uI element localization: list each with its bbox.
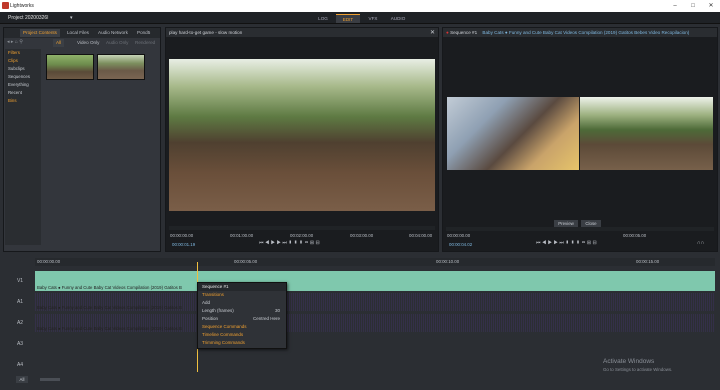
tc-label: 00:00:05.00 xyxy=(623,233,647,238)
record-transport-controls[interactable]: ⏮ ◀ ▶ ▶ ⏭ ▮ ▮ ▮ ▭ ⊞ ⊟ xyxy=(536,240,597,246)
menu-item-sequence-commands[interactable]: Sequence Commands xyxy=(198,323,286,331)
menu-item-position[interactable]: Position Centred Here xyxy=(198,315,286,323)
source-current-timecode[interactable]: 00:00:01.19 xyxy=(172,242,195,247)
source-scrub-bar[interactable] xyxy=(169,226,435,230)
timeline-scrollbar[interactable] xyxy=(40,378,60,381)
headphones-icon[interactable]: ∩∩ xyxy=(697,240,704,246)
app-logo-icon xyxy=(2,2,9,9)
record-scrub-bar[interactable] xyxy=(446,227,714,231)
menu-item-timeline-commands[interactable]: Timeline Commands xyxy=(198,331,286,339)
position-label: Position xyxy=(202,316,219,321)
timeline-ruler[interactable]: 00:00:00.00 00:00:05.00 00:00:10.00 00:0… xyxy=(35,258,715,266)
filter-audio-only[interactable]: Audio Only xyxy=(103,39,131,47)
menu-item-trimming-commands[interactable]: Trimming Commands xyxy=(198,339,286,347)
clip-thumbnail[interactable] xyxy=(97,54,145,80)
source-transport-controls[interactable]: ⏮ ◀ ▶ ▶ ⏭ ▮ ▮ ▮ ▭ ⊞ ⊟ xyxy=(259,240,320,246)
app-title: Lightworks xyxy=(10,3,34,9)
menu-item-length[interactable]: Length (frames) 30 xyxy=(198,307,286,315)
sidebar-bins[interactable]: Bins xyxy=(5,97,41,105)
maximize-icon[interactable]: □ xyxy=(687,2,699,10)
position-value[interactable]: Centred Here xyxy=(253,315,280,323)
filter-all[interactable]: All xyxy=(53,39,65,47)
sequence-context-menu: Sequence #1 Transitions Add Length (fram… xyxy=(197,282,287,349)
tc-label: 00:00:00.00 xyxy=(170,233,194,238)
length-label: Length (frames) xyxy=(202,308,234,313)
record-seq-name: Sequence #1 xyxy=(450,30,478,35)
tc-label: 00:03:00.00 xyxy=(350,233,374,238)
sidebar-item-clips[interactable]: Clips xyxy=(5,57,41,65)
project-menubar: Project 20200326l ▾ LOG EDIT VFX AUDIO xyxy=(0,12,720,24)
sidebar-item-recent[interactable]: Recent xyxy=(5,89,41,97)
tab-vfx[interactable]: VFX xyxy=(361,14,385,23)
tab-audio-network[interactable]: Audio Network xyxy=(95,29,131,37)
menu-item-transitions[interactable]: Transitions xyxy=(198,291,286,299)
video-clip-v1[interactable]: Baby Cats ● Funny and Cute Baby Cat Vide… xyxy=(35,271,715,291)
track-label-a1[interactable]: A1 xyxy=(10,299,30,305)
context-menu-title: Sequence #1 xyxy=(198,283,286,291)
window-titlebar: Lightworks – □ ✕ xyxy=(0,0,720,12)
browser-sidebar: Filters Clips Subclips Sequences Everyth… xyxy=(5,49,41,245)
activate-windows-subtitle: Go to Settings to activate Windows. xyxy=(603,367,673,372)
source-video-frame xyxy=(169,59,435,211)
chevron-down-icon[interactable]: ▾ xyxy=(70,15,73,21)
project-name[interactable]: Project 20200326l xyxy=(8,15,48,21)
track-label-v1[interactable]: V1 xyxy=(10,278,30,284)
ruler-tc: 00:00:10.00 xyxy=(436,259,460,264)
clip-thumbnail[interactable] xyxy=(46,54,94,80)
activate-windows-title: Activate Windows xyxy=(603,358,655,365)
record-viewer-title: ● Sequence #1 Baby Cats ● Funny and Cute… xyxy=(443,28,717,37)
tc-label: 00:01:00.00 xyxy=(230,233,254,238)
all-tracks-button[interactable]: All xyxy=(16,376,28,383)
browser-tabs: Project Contents Local Files Audio Netwo… xyxy=(4,28,160,38)
tab-audio[interactable]: AUDIO xyxy=(386,14,410,23)
tab-pond5[interactable]: Pond5 xyxy=(134,29,153,37)
source-viewer-panel: play hard-to-get game - slow motion ✕ 00… xyxy=(165,27,439,252)
record-frame-cats xyxy=(447,97,579,170)
tab-edit[interactable]: EDIT xyxy=(336,14,360,23)
close-icon[interactable]: ✕ xyxy=(705,2,717,10)
ruler-tc: 00:00:15.00 xyxy=(636,259,660,264)
record-viewer-panel: ● Sequence #1 Baby Cats ● Funny and Cute… xyxy=(442,27,718,252)
tc-label: 00:04:00.00 xyxy=(409,233,433,238)
filter-rendered[interactable]: Rendered xyxy=(132,39,158,47)
toolbar-icons[interactable]: ◂ ▸ ⌂ ⚲ xyxy=(7,39,23,45)
track-label-a3[interactable]: A3 xyxy=(10,341,30,347)
track-label-a2[interactable]: A2 xyxy=(10,320,30,326)
record-frame-forest xyxy=(580,97,713,170)
menu-item-add[interactable]: Add xyxy=(198,299,286,307)
minimize-icon[interactable]: – xyxy=(669,2,681,10)
track-label-a4[interactable]: A4 xyxy=(10,362,30,368)
tab-project-contents[interactable]: Project Contents xyxy=(20,29,60,37)
record-icon: ● xyxy=(446,30,449,35)
audio-clip-a1[interactable]: Baby Cats ● Funny and Cute Baby Cat Vide… xyxy=(35,293,715,311)
audio-clip-a2[interactable]: Baby Cats ● Funny and Cute Baby Cat Vide… xyxy=(35,314,715,332)
filter-video-only[interactable]: Video Only xyxy=(74,39,102,47)
record-clip-title: Baby Cats ● Funny and Cute Baby Cat Vide… xyxy=(482,30,690,35)
sidebar-item-sequences[interactable]: Sequences xyxy=(5,73,41,81)
tab-log[interactable]: LOG xyxy=(311,14,335,23)
close-icon[interactable]: ✕ xyxy=(430,29,435,36)
record-current-timecode[interactable]: 00:00:04.02 xyxy=(449,242,472,247)
ruler-tc: 00:00:05.00 xyxy=(234,259,258,264)
tc-label: 00:02:00.00 xyxy=(290,233,314,238)
sidebar-item-subclips[interactable]: Subclips xyxy=(5,65,41,73)
tc-label: 00:00:00.00 xyxy=(447,233,471,238)
source-viewer-title: play hard-to-get game - slow motion xyxy=(166,28,438,37)
length-value[interactable]: 30 xyxy=(275,307,280,315)
tab-local-files[interactable]: Local Files xyxy=(64,29,92,37)
sidebar-item-everything[interactable]: Everything xyxy=(5,81,41,89)
sidebar-filters[interactable]: Filters xyxy=(5,49,41,57)
ruler-tc: 00:00:00.00 xyxy=(37,259,61,264)
